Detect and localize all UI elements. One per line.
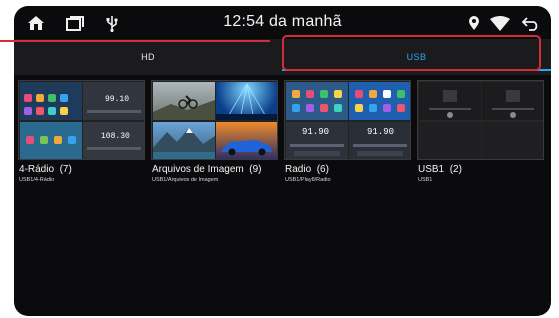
thumb-frequency: 99.10 (105, 95, 130, 104)
thumb-radio-screen: 99.10 (83, 82, 144, 120)
folder-path: USB1/Arquivos de Imagem (152, 177, 219, 183)
location-icon (466, 13, 482, 33)
thumb-frequency: 91.90 (367, 127, 395, 137)
thumb-radio-screen: 108.30 (83, 122, 144, 159)
thumb-radio-screen: 91.90 (286, 122, 348, 159)
head-unit-screen: 12:54 da manhã HD USB 99.10 108.30 4-Rád… (14, 6, 551, 316)
thumb-app-grid (20, 82, 82, 120)
folder-path: USB1 (418, 177, 433, 183)
thumb-frequency: 108.30 (101, 132, 130, 141)
thumb-player-screen (482, 82, 543, 120)
usb-tab-highlight-box (282, 35, 541, 71)
thumb-app-grid (20, 122, 82, 159)
thumb-app-grid (286, 82, 348, 120)
folder-title: USB1 (2) (418, 164, 462, 175)
callout-line (0, 40, 270, 42)
folder-thumbnail: 99.10 108.30 (18, 80, 145, 160)
folder-path: USB1/4-Rádio (19, 177, 55, 183)
back-icon[interactable] (521, 13, 541, 33)
folder-title: Arquivos de Imagem (9) (152, 164, 262, 175)
folder-title: 4-Rádio (7) (19, 164, 72, 175)
thumb-player-screen (419, 82, 481, 120)
folder-path: USB1/Play8/Radio (285, 177, 331, 183)
folder-thumbnail: 91.90 91.90 (284, 80, 411, 160)
thumb-frequency: 91.90 (302, 127, 330, 137)
wifi-icon (489, 13, 511, 33)
tab-hd[interactable]: HD (14, 39, 282, 75)
thumb-app-grid (349, 82, 410, 120)
thumb-photo-car (216, 122, 277, 159)
thumb-photo-concert (216, 82, 277, 120)
thumb-radio-screen: 91.90 (349, 122, 410, 159)
thumb-photo-mountains (153, 122, 215, 159)
folder-thumbnail (417, 80, 544, 160)
folder-thumbnail (151, 80, 278, 160)
folder-title: Radio (6) (285, 164, 329, 175)
thumb-empty-slot (482, 122, 543, 159)
thumb-photo-biker (153, 82, 215, 120)
thumb-empty-slot (419, 122, 481, 159)
